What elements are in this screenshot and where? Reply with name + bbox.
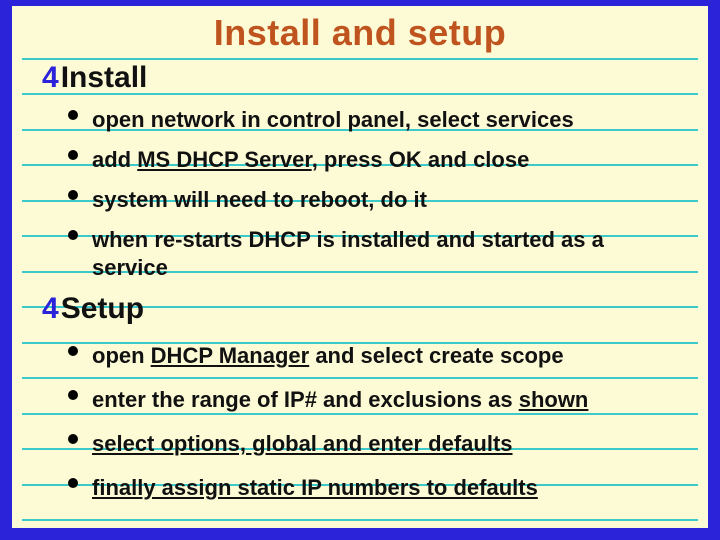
- item-text: when re-starts DHCP is installed and sta…: [92, 227, 604, 280]
- section-setup-label: Setup: [61, 292, 144, 325]
- bullet-icon: [68, 390, 78, 400]
- content: Install and setup 4Install open network …: [12, 6, 708, 528]
- item-underlined: finally assign static IP numbers to defa…: [92, 475, 538, 500]
- item-text: system will need to reboot, do it: [92, 187, 427, 212]
- item-pre: add: [92, 147, 137, 172]
- section-setup-heading: 4Setup: [42, 292, 144, 326]
- list-item: open network in control panel, select se…: [92, 106, 678, 134]
- list-item: when re-starts DHCP is installed and sta…: [92, 226, 678, 282]
- slide: Install and setup 4Install open network …: [12, 6, 708, 528]
- bullet-icon: [68, 478, 78, 488]
- check-icon: 4: [42, 292, 59, 325]
- item-underlined: select options, global and enter default…: [92, 431, 513, 456]
- item-text: open network in control panel, select se…: [92, 107, 574, 132]
- item-underlined: DHCP Manager: [151, 343, 310, 368]
- title-text: Install and setup: [214, 12, 507, 53]
- list-item: select options, global and enter default…: [92, 430, 678, 458]
- section-install-heading: 4Install: [42, 61, 147, 95]
- check-icon: 4: [42, 61, 59, 94]
- slide-title: Install and setup: [12, 12, 708, 54]
- list-item: enter the range of IP# and exclusions as…: [92, 386, 678, 414]
- item-post: and select create scope: [309, 343, 563, 368]
- bullet-icon: [68, 434, 78, 444]
- list-item: system will need to reboot, do it: [92, 186, 678, 214]
- bullet-icon: [68, 346, 78, 356]
- bullet-icon: [68, 230, 78, 240]
- bullet-icon: [68, 150, 78, 160]
- section-setup-items: open DHCP Manager and select create scop…: [92, 342, 678, 518]
- list-item: open DHCP Manager and select create scop…: [92, 342, 678, 370]
- section-install-items: open network in control panel, select se…: [92, 106, 678, 294]
- section-install-label: Install: [61, 61, 148, 94]
- item-post: , press OK and close: [312, 147, 530, 172]
- list-item: add MS DHCP Server, press OK and close: [92, 146, 678, 174]
- item-underlined: MS DHCP Server: [137, 147, 311, 172]
- item-pre: open: [92, 343, 151, 368]
- list-item: finally assign static IP numbers to defa…: [92, 474, 678, 502]
- item-pre: enter the range of IP# and exclusions as: [92, 387, 519, 412]
- bullet-icon: [68, 190, 78, 200]
- bullet-icon: [68, 110, 78, 120]
- item-underlined: shown: [519, 387, 589, 412]
